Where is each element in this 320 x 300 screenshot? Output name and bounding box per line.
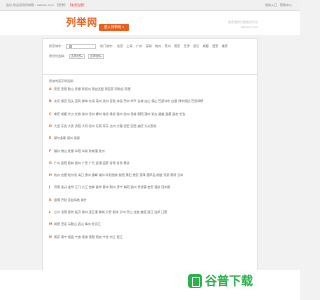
search-icon [69,45,73,49]
watermark-text: 谷普下载 [205,274,254,288]
letter-row: C 重庆 成都 长沙 长春 常州 沧州 郴州 常德 承德 滁州 池州 赤峰 朝阳 … [49,112,255,124]
letter-row: M 绵阳 茂名 马鞍山 眉山 梅州 牡丹江 [49,222,255,234]
city-links[interactable]: 重庆 成都 长沙 长春 常州 沧州 郴州 常德 承德 滁州 池州 赤峰 朝阳 潮… [54,112,255,124]
enter-site-button[interactable]: 进入列举网 » [99,24,129,31]
tagline-line2: liebiao.com [240,25,258,29]
enter-site-label: 进入列举网 » [103,25,125,29]
city-search-input[interactable] [66,43,97,49]
city-links[interactable]: 大连 东莞 大庆 德阳 大同 德州 东营 丹东 达州 大理 德宏 定西 迪庆 大… [54,124,255,136]
footer [0,270,300,300]
province-select-label: 按省份选择: [49,54,66,58]
welcome-message: 您好,欢迎来到列举网 - liebiao.com [6,3,55,7]
letter-row: K 昆明 开封 克拉玛依 喀什 [49,198,255,210]
watermark: 谷普下载 [188,272,253,289]
hot-city-link[interactable]: 杭州 [155,44,161,48]
login-link[interactable]: 【登录】 [55,3,67,7]
city-links[interactable]: 昆明 开封 克拉玛依 喀什 [54,198,255,210]
city-links[interactable]: 杭州 合肥 哈尔滨 海口 惠州 邯郸 湖州 呼和浩特 衡阳 黄石 淮安 菏泽 葫… [54,173,255,185]
city-links[interactable]: 济南 嘉兴 金华 江门 九江 吉林 焦作 晋中 荆州 济宁 揭阳 锦州 景德镇 … [54,185,255,197]
hot-city-link[interactable]: 武汉 [193,44,199,48]
search-row: 搜索城市: 热门城市: 北京 上海 广州 深圳 杭州 苏州 南京 天津 武汉 成… [49,43,231,49]
hot-city-link[interactable]: 广州 [136,44,142,48]
letter-row: F 福州 佛山 抚顺 阜阳 阜新 防城港 抚州 [49,149,255,161]
hot-city-link[interactable]: 南京 [174,44,180,48]
letter-row: H 杭州 合肥 哈尔滨 海口 惠州 邯郸 湖州 呼和浩特 衡阳 黄石 淮安 菏泽 … [49,173,255,185]
province-select[interactable]: 选择省份 [69,53,86,59]
watermark-logo-icon [188,273,202,288]
hot-city-link[interactable]: 西安 [212,44,218,48]
header-tagline: 免费发布分类信息平台 liebiao.com [228,20,258,30]
hot-city-link[interactable]: 成都 [203,44,209,48]
site-logo[interactable]: 列举网 [66,14,98,29]
city-links[interactable]: 绵阳 茂名 马鞍山 眉山 梅州 牡丹江 [54,222,255,234]
city-links[interactable]: 安庆 安阳 鞍山 安顺 阿坝州 阿拉善盟 阿克苏 阿勒泰 阿里 [54,87,255,99]
letter-row: N 南京 南宁 南昌 宁波 南通 南阳 南充 宁德 内江 怒江 [49,235,255,247]
top-right-links[interactable]: 我的入口 · 帮助中心 [265,3,292,7]
letter-row: D 大连 东莞 大庆 德阳 大同 德州 东营 丹东 达州 大理 德宏 定西 迪庆 … [49,124,255,136]
list-title: 按城市首字母选择: [49,79,75,83]
hot-city-link[interactable]: 深圳 [146,44,152,48]
city-links[interactable]: 南京 南宁 南昌 宁波 南通 南阳 南充 宁德 内江 怒江 [54,235,255,247]
hot-city-link[interactable]: 上海 [127,44,133,48]
letter-row: E 鄂尔多斯 鄂州 恩施 [49,136,255,148]
letter-row: G 广州 贵阳 桂林 赣州 广安 广元 贵港 固原 甘南 甘孜 果洛 [49,161,255,173]
letter-row: A 安庆 安阳 鞍山 安顺 阿坝州 阿拉善盟 阿克苏 阿勒泰 阿里 [49,87,255,99]
select-row: 按省份选择: 选择省份 选择城市 [49,53,107,59]
city-select[interactable]: 选择城市 [88,53,105,59]
letter-row: B 北京 保定 包头 宝鸡 蚌埠 北海 亳州 滨州 百色 本溪 巴中 毕节 白城 … [49,99,255,111]
search-label: 搜索城市: [49,44,63,48]
register-link[interactable]: 【免费注册】 [68,3,86,7]
city-links[interactable]: 福州 佛山 抚顺 阜阳 阜新 防城港 抚州 [54,149,255,161]
hot-city-link[interactable]: 苏州 [165,44,171,48]
city-links[interactable]: 鄂尔多斯 鄂州 恩施 [54,136,255,148]
hot-cities-label: 热门城市: [100,44,114,48]
hot-city-link[interactable]: 重庆 [222,44,228,48]
city-links[interactable]: 北京 保定 包头 宝鸡 蚌埠 北海 亳州 滨州 百色 本溪 巴中 毕节 白城 白… [54,99,255,111]
hot-city-link[interactable]: 北京 [117,44,123,48]
letter-row: L 兰州 洛阳 廊坊 临沂 柳州 连云港 聊城 六安 丽水 泸州 乐山 龙岩 娄底… [49,210,255,222]
hot-city-link[interactable]: 天津 [184,44,190,48]
city-list-panel: 按城市首字母选择: A 安庆 安阳 鞍山 安顺 阿坝州 阿拉善盟 阿克苏 阿勒泰 … [42,74,258,300]
welcome-text: 您好,欢迎来到列举网 - liebiao.com 【登录】 【免费注册】 [6,3,86,7]
city-links[interactable]: 广州 贵阳 桂林 赣州 广安 广元 贵港 固原 甘南 甘孜 果洛 [54,161,255,173]
city-links[interactable]: 兰州 洛阳 廊坊 临沂 柳州 连云港 聊城 六安 丽水 泸州 乐山 龙岩 娄底 … [54,210,255,222]
top-bar: 您好,欢迎来到列举网 - liebiao.com 【登录】 【免费注册】 我的入… [0,0,300,11]
letter-row: J 济南 嘉兴 金华 江门 九江 吉林 焦作 晋中 荆州 济宁 揭阳 锦州 景德镇… [49,185,255,197]
